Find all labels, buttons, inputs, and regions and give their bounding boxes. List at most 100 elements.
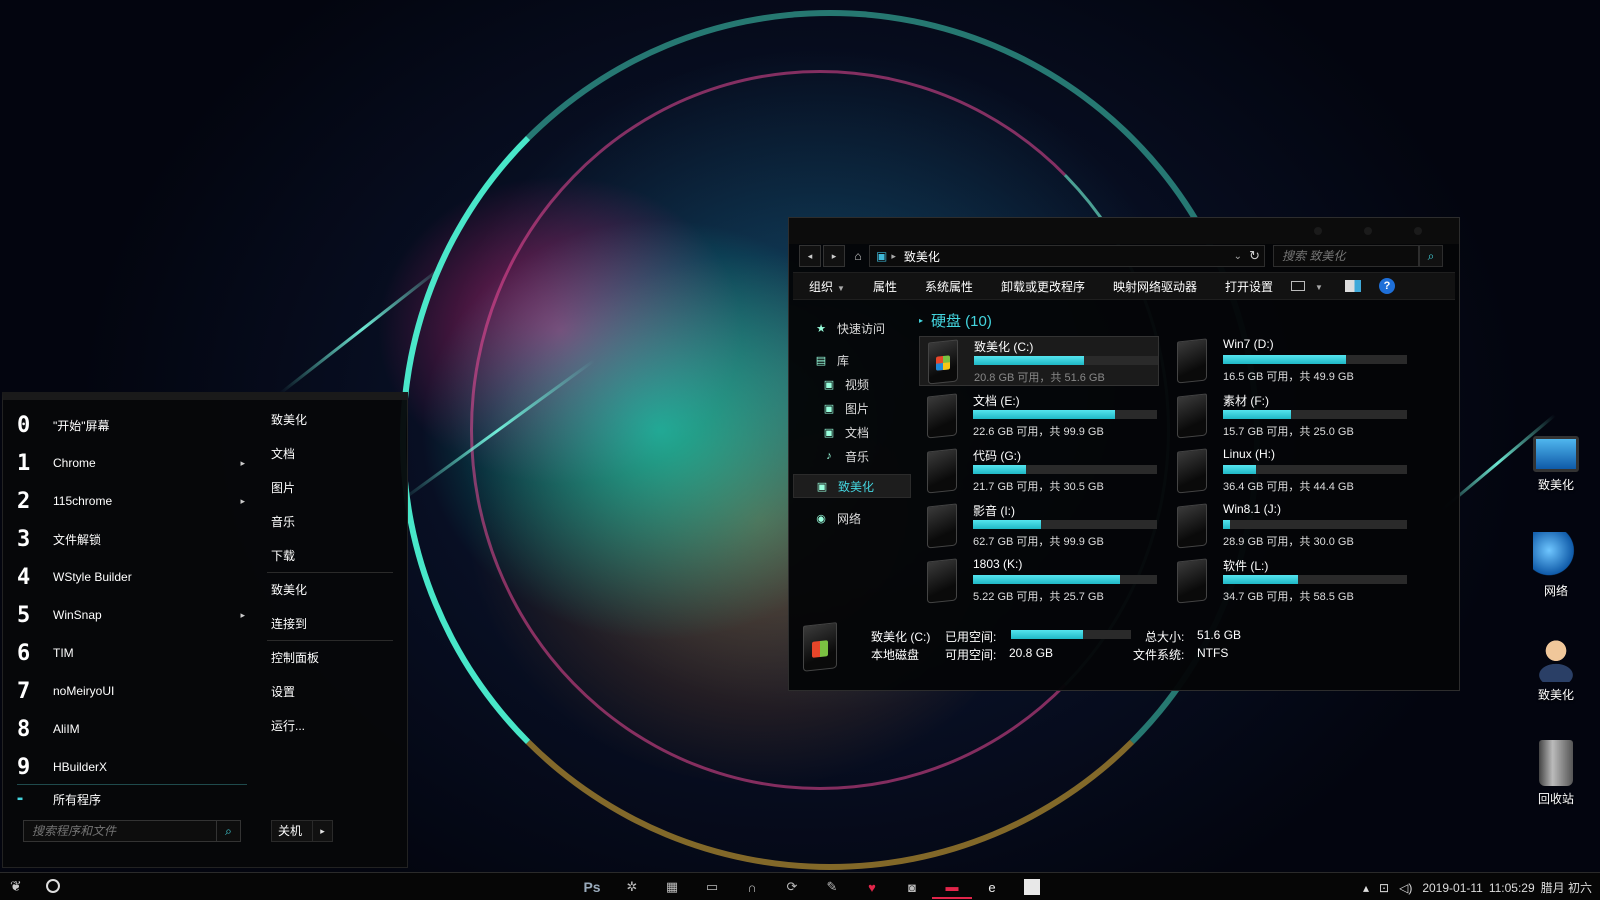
notepad-icon[interactable]: ✎	[812, 875, 852, 899]
heart-icon[interactable]: ♥	[852, 875, 892, 899]
window-titlebar[interactable]	[789, 218, 1459, 244]
nav-item-music[interactable]: ♪ 音乐	[793, 444, 911, 468]
refresh-icon[interactable]: ⟳	[772, 875, 812, 899]
nav-item-video[interactable]: ▣ 视频	[793, 372, 911, 396]
pinned-program[interactable]: 5 WinSnap ▸	[17, 596, 247, 634]
drive-usage-fill	[973, 520, 1042, 529]
help-icon[interactable]: ?	[1378, 278, 1395, 294]
start-place-item[interactable]: 音乐	[267, 504, 393, 538]
program-number: 7	[17, 678, 31, 704]
start-place-item[interactable]: 文档	[267, 436, 393, 470]
monitor-icon[interactable]: ▬	[932, 875, 972, 899]
drive-space-info: 20.8 GB 可用，共 51.6 GB	[974, 372, 1105, 384]
lunar-date[interactable]: 腊月 初六	[1541, 879, 1592, 896]
drive-item[interactable]: Win7 (D:) 16.5 GB 可用，共 49.9 GB	[1169, 336, 1409, 386]
start-place-item[interactable]: 致美化	[267, 572, 393, 606]
open-settings-button[interactable]: 打开设置	[1225, 278, 1273, 295]
drive-item[interactable]: 素材 (F:) 15.7 GB 可用，共 25.0 GB	[1169, 391, 1409, 441]
pinned-program[interactable]: 2 115chrome ▸	[17, 482, 247, 520]
nav-item-document[interactable]: ▣ 文档	[793, 420, 911, 444]
drive-item[interactable]: Linux (H:) 36.4 GB 可用，共 44.4 GB	[1169, 446, 1409, 496]
nav-item-computer[interactable]: ▣ 致美化	[793, 474, 911, 498]
forward-icon[interactable]: ▸	[823, 245, 845, 267]
photoshop-icon[interactable]: Ps	[572, 875, 612, 899]
drive-item[interactable]: Win8.1 (J:) 28.9 GB 可用，共 30.0 GB	[1169, 501, 1409, 551]
cortana-search-icon[interactable]	[46, 879, 60, 893]
start-place-item[interactable]: 致美化	[267, 402, 393, 436]
desktop-icon-network[interactable]: 网络	[1520, 532, 1592, 599]
maximize-button[interactable]	[1364, 227, 1372, 235]
camera-icon[interactable]: ◙	[892, 875, 932, 899]
shutdown-options-arrow-icon[interactable]: ▸	[312, 821, 332, 841]
grid-icon[interactable]: ▦	[652, 875, 692, 899]
pinned-program[interactable]: 3 文件解锁	[17, 520, 247, 558]
show-hidden-icons-icon[interactable]: ▴	[1363, 881, 1369, 895]
chevron-down-icon: ▼	[837, 283, 845, 293]
submenu-arrow-icon[interactable]: ▸	[240, 458, 245, 469]
system-properties-button[interactable]: 系统属性	[925, 278, 973, 295]
drive-item[interactable]: 致美化 (C:) 20.8 GB 可用，共 51.6 GB	[919, 336, 1159, 386]
start-place-item[interactable]: 下载	[267, 538, 393, 572]
organize-button[interactable]: 组织 ▼	[809, 278, 845, 295]
blank-app-icon[interactable]	[1012, 875, 1052, 899]
start-place-item[interactable]: 连接到	[267, 606, 393, 640]
drive-item[interactable]: 软件 (L:) 34.7 GB 可用，共 58.5 GB	[1169, 556, 1409, 606]
pinned-program[interactable]: 1 Chrome ▸	[17, 444, 247, 482]
search-icon[interactable]: ⌕	[216, 821, 240, 841]
address-bar[interactable]: ▣ ▸ 致美化 ⌄ ↻	[869, 245, 1265, 267]
shutdown-button[interactable]: 关机	[272, 821, 312, 841]
drive-item[interactable]: 文档 (E:) 22.6 GB 可用，共 99.9 GB	[919, 391, 1159, 441]
start-place-item[interactable]: 设置	[267, 674, 393, 708]
drive-item[interactable]: 1803 (K:) 5.22 GB 可用，共 25.7 GB	[919, 556, 1159, 606]
desktop-icon-recycle-bin[interactable]: 回收站	[1520, 740, 1592, 807]
uninstall-program-button[interactable]: 卸载或更改程序	[1001, 278, 1085, 295]
clock-time[interactable]: 11:05:29	[1489, 881, 1535, 895]
nav-item-network[interactable]: ◉ 网络	[793, 506, 911, 530]
refresh-icon[interactable]: ↻	[1249, 248, 1260, 264]
start-place-item[interactable]: 控制面板	[267, 640, 393, 674]
explorer-search-input[interactable]	[1273, 245, 1419, 267]
pinned-program[interactable]: 4 WStyle Builder	[17, 558, 247, 596]
desktop-icon-user[interactable]: 致美化	[1520, 636, 1592, 703]
preview-pane-icon[interactable]	[1344, 280, 1361, 292]
drive-item[interactable]: 影音 (I:) 62.7 GB 可用，共 99.9 GB	[919, 501, 1159, 551]
chevron-down-icon[interactable]: ⌄	[1234, 251, 1242, 262]
back-icon[interactable]: ◂	[799, 245, 821, 267]
pinned-program[interactable]: 6 TIM	[17, 634, 247, 672]
pinned-program[interactable]: 9 HBuilderX	[17, 748, 247, 786]
submenu-arrow-icon[interactable]: ▸	[240, 496, 245, 507]
drive-item[interactable]: 代码 (G:) 21.7 GB 可用，共 30.5 GB	[919, 446, 1159, 496]
volume-icon[interactable]: ◁)	[1399, 881, 1412, 895]
start-place-item[interactable]: 图片	[267, 470, 393, 504]
network-status-icon[interactable]: ⊡	[1379, 881, 1389, 895]
pinned-program[interactable]: 0 "开始"屏幕	[17, 406, 247, 444]
properties-button[interactable]: 属性	[873, 278, 897, 295]
clock-date[interactable]: 2019-01-11	[1422, 881, 1483, 895]
all-programs-button[interactable]: ▪▪ 所有程序	[17, 784, 247, 814]
close-button[interactable]	[1414, 227, 1422, 235]
start-place-item[interactable]: 运行...	[267, 708, 393, 742]
minimize-button[interactable]	[1314, 227, 1322, 235]
drives-group-header[interactable]: ▸ 硬盘 (10)	[919, 308, 1449, 332]
view-dropdown-button[interactable]: ▼	[1311, 279, 1323, 293]
desktop-icon-computer[interactable]: 致美化	[1520, 430, 1592, 493]
program-number: 2	[17, 488, 31, 514]
start-search-input[interactable]	[24, 821, 216, 841]
map-network-drive-button[interactable]: 映射网络驱动器	[1113, 278, 1197, 295]
drive-name: Win8.1 (J:)	[1223, 502, 1282, 516]
pinned-program[interactable]: 7 noMeiryoUI	[17, 672, 247, 710]
submenu-arrow-icon[interactable]: ▸	[240, 610, 245, 621]
gear-icon[interactable]: ✲	[612, 875, 652, 899]
start-button[interactable]: ❦	[10, 878, 22, 895]
view-options-icon[interactable]	[1291, 281, 1306, 291]
breadcrumb[interactable]: 致美化	[904, 248, 940, 265]
nav-item-picture[interactable]: ▣ 图片	[793, 396, 911, 420]
search-icon[interactable]: ⌕	[1419, 245, 1443, 267]
nav-item-star[interactable]: ★ 快速访问	[793, 316, 911, 340]
pinned-program[interactable]: 8 AliIM	[17, 710, 247, 748]
home-icon[interactable]: ⌂	[847, 245, 869, 269]
window-icon[interactable]: ▭	[692, 875, 732, 899]
nav-item-library[interactable]: ▤ 库	[793, 348, 911, 372]
edge-icon[interactable]: e	[972, 875, 1012, 899]
headphones-icon[interactable]: ∩	[732, 875, 772, 899]
